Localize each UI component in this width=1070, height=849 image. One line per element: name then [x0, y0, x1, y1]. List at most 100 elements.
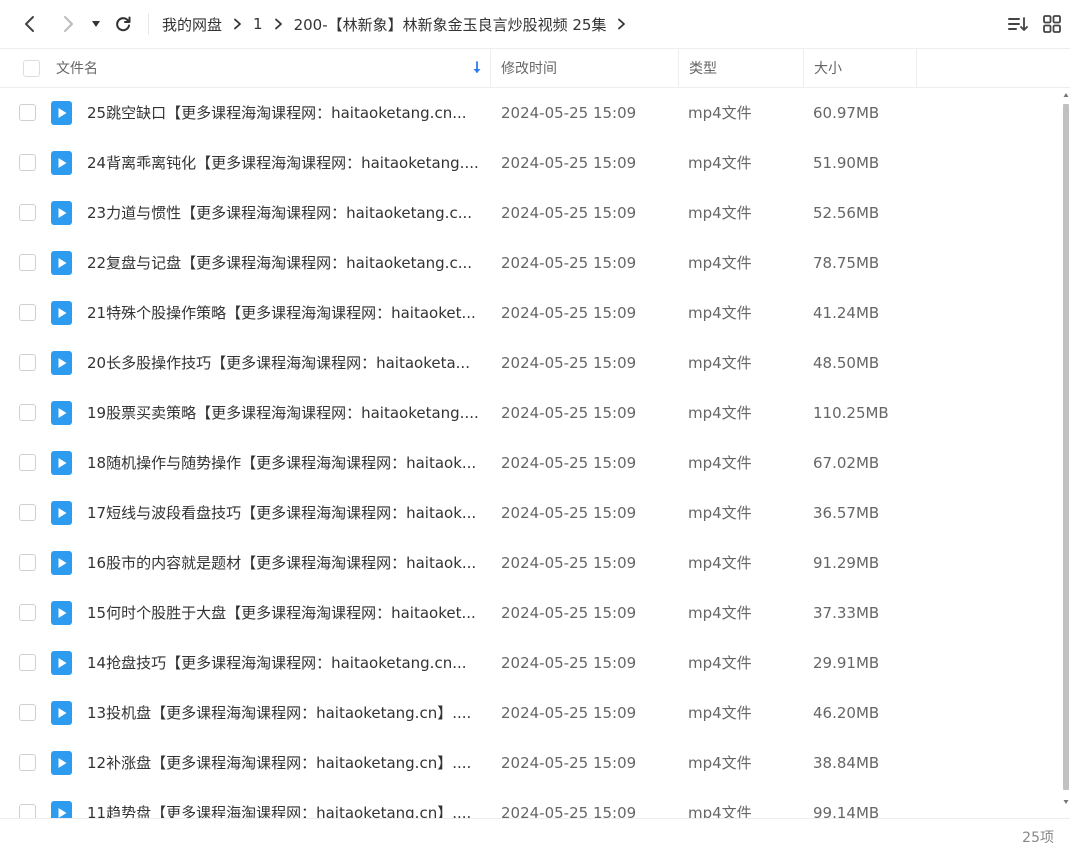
row-checkbox[interactable]	[19, 604, 36, 621]
row-checkbox[interactable]	[19, 304, 36, 321]
column-divider[interactable]	[490, 49, 491, 87]
video-file-icon	[51, 801, 72, 818]
breadcrumb-item-root[interactable]: 我的网盘	[162, 14, 222, 35]
row-checkbox[interactable]	[19, 454, 36, 471]
file-type: mp4文件	[688, 454, 752, 472]
row-checkbox[interactable]	[19, 354, 36, 371]
row-checkbox[interactable]	[19, 754, 36, 771]
refresh-button[interactable]	[109, 10, 137, 38]
video-file-icon	[51, 301, 72, 325]
file-row[interactable]: 22复盘与记盘【更多课程海淘课程网：haitaoketang.c... 2024…	[0, 238, 1062, 288]
row-checkbox[interactable]	[19, 104, 36, 121]
forward-button[interactable]	[54, 10, 82, 38]
scroll-up-arrow-icon[interactable]	[1063, 92, 1069, 98]
video-file-icon	[51, 151, 72, 175]
column-header-type[interactable]: 类型	[689, 49, 717, 87]
video-file-icon	[51, 451, 72, 475]
checkbox[interactable]	[23, 59, 40, 77]
file-size: 99.14MB	[813, 804, 880, 818]
video-file-icon	[51, 201, 72, 225]
column-divider[interactable]	[916, 49, 917, 87]
file-size: 37.33MB	[813, 604, 880, 622]
grid-view-icon	[1043, 15, 1061, 33]
column-header-size[interactable]: 大小	[814, 49, 842, 87]
video-file-icon	[51, 101, 72, 125]
file-row[interactable]: 20长多股操作技巧【更多课程海淘课程网：haitaoketa... 2024-0…	[0, 338, 1062, 388]
file-name: 24背离乖离钝化【更多课程海淘课程网：haitaoketang....	[87, 154, 479, 172]
file-size: 41.24MB	[813, 304, 880, 322]
caret-down-icon	[92, 21, 100, 27]
chevron-right-icon	[64, 16, 73, 32]
file-type: mp4文件	[688, 154, 752, 172]
sort-button[interactable]	[1006, 12, 1030, 36]
file-size: 51.90MB	[813, 154, 880, 172]
file-modified-time: 2024-05-25 15:09	[501, 204, 637, 222]
file-row[interactable]: 17短线与波段看盘技巧【更多课程海淘课程网：haitaok... 2024-05…	[0, 488, 1062, 538]
select-all-checkbox[interactable]	[23, 49, 40, 87]
file-name: 23力道与惯性【更多课程海淘课程网：haitaoketang.c...	[87, 204, 473, 222]
file-row[interactable]: 21特殊个股操作策略【更多课程海淘课程网：haitaoket... 2024-0…	[0, 288, 1062, 338]
file-row[interactable]: 15何时个股胜于大盘【更多课程海淘课程网：haitaoket... 2024-0…	[0, 588, 1062, 638]
file-type: mp4文件	[688, 104, 752, 122]
file-modified-time: 2024-05-25 15:09	[501, 554, 637, 572]
row-checkbox[interactable]	[19, 554, 36, 571]
file-type: mp4文件	[688, 654, 752, 672]
column-header-modified-label: 修改时间	[501, 61, 557, 77]
history-dropdown-button[interactable]	[83, 10, 109, 38]
sort-arrow-down-icon[interactable]	[472, 49, 482, 87]
file-modified-time: 2024-05-25 15:09	[501, 354, 637, 372]
file-row[interactable]: 18随机操作与随势操作【更多课程海淘课程网：haitaok... 2024-05…	[0, 438, 1062, 488]
video-file-icon	[51, 251, 72, 275]
file-modified-time: 2024-05-25 15:09	[501, 654, 637, 672]
breadcrumb: 我的网盘 1 200-【林新象】林新象金玉良言炒股视频 25集	[162, 0, 637, 48]
video-file-icon	[51, 651, 72, 675]
vertical-scrollbar[interactable]	[1062, 88, 1070, 818]
file-size: 91.29MB	[813, 554, 880, 572]
file-row[interactable]: 19股票买卖策略【更多课程海淘课程网：haitaoketang.... 2024…	[0, 388, 1062, 438]
file-row[interactable]: 23力道与惯性【更多课程海淘课程网：haitaoketang.c... 2024…	[0, 188, 1062, 238]
row-checkbox[interactable]	[19, 154, 36, 171]
breadcrumb-item-current-folder[interactable]: 200-【林新象】林新象金玉良言炒股视频 25集	[294, 14, 607, 35]
row-checkbox[interactable]	[19, 504, 36, 521]
file-row[interactable]: 13投机盘【更多课程海淘课程网：haitaoketang.cn】.... 202…	[0, 688, 1062, 738]
column-header-name[interactable]: 文件名	[56, 49, 488, 87]
row-checkbox[interactable]	[19, 804, 36, 818]
file-type: mp4文件	[688, 354, 752, 372]
file-row[interactable]: 11趋势盘【更多课程海淘课程网：haitaoketang.cn】.... 202…	[0, 788, 1062, 818]
row-checkbox[interactable]	[19, 204, 36, 221]
file-modified-time: 2024-05-25 15:09	[501, 404, 637, 422]
row-checkbox[interactable]	[19, 704, 36, 721]
file-modified-time: 2024-05-25 15:09	[501, 754, 637, 772]
row-checkbox[interactable]	[19, 654, 36, 671]
scroll-down-arrow-icon[interactable]	[1063, 799, 1069, 805]
column-divider[interactable]	[678, 49, 679, 87]
file-row[interactable]: 25跳空缺口【更多课程海淘课程网：haitaoketang.cn... 2024…	[0, 88, 1062, 138]
file-size: 110.25MB	[813, 404, 889, 422]
file-row[interactable]: 16股市的内容就是题材【更多课程海淘课程网：haitaok... 2024-05…	[0, 538, 1062, 588]
row-checkbox[interactable]	[19, 254, 36, 271]
column-header-size-label: 大小	[814, 61, 842, 77]
back-button[interactable]	[16, 10, 44, 38]
view-tools	[1006, 12, 1064, 36]
breadcrumb-item-folder-1[interactable]: 1	[253, 15, 263, 33]
video-file-icon	[51, 351, 72, 375]
file-size: 36.57MB	[813, 504, 880, 522]
column-header-modified[interactable]: 修改时间	[501, 49, 557, 87]
file-size: 52.56MB	[813, 204, 880, 222]
file-list-header: 文件名 修改时间 类型 大小	[0, 48, 1070, 88]
file-name: 16股市的内容就是题材【更多课程海淘课程网：haitaok...	[87, 554, 477, 572]
column-header-name-label: 文件名	[56, 61, 98, 77]
grid-view-button[interactable]	[1040, 12, 1064, 36]
row-checkbox[interactable]	[19, 404, 36, 421]
file-row[interactable]: 14抢盘技巧【更多课程海淘课程网：haitaoketang.cn... 2024…	[0, 638, 1062, 688]
file-row[interactable]: 24背离乖离钝化【更多课程海淘课程网：haitaoketang.... 2024…	[0, 138, 1062, 188]
file-name: 14抢盘技巧【更多课程海淘课程网：haitaoketang.cn...	[87, 654, 467, 672]
toolbar: 我的网盘 1 200-【林新象】林新象金玉良言炒股视频 25集	[0, 0, 1070, 48]
file-row[interactable]: 12补涨盘【更多课程海淘课程网：haitaoketang.cn】.... 202…	[0, 738, 1062, 788]
file-modified-time: 2024-05-25 15:09	[501, 254, 637, 272]
scrollbar-thumb[interactable]	[1063, 104, 1069, 790]
file-modified-time: 2024-05-25 15:09	[501, 304, 637, 322]
column-divider[interactable]	[803, 49, 804, 87]
file-name: 21特殊个股操作策略【更多课程海淘课程网：haitaoket...	[87, 304, 476, 322]
chevron-right-icon[interactable]	[617, 18, 626, 30]
